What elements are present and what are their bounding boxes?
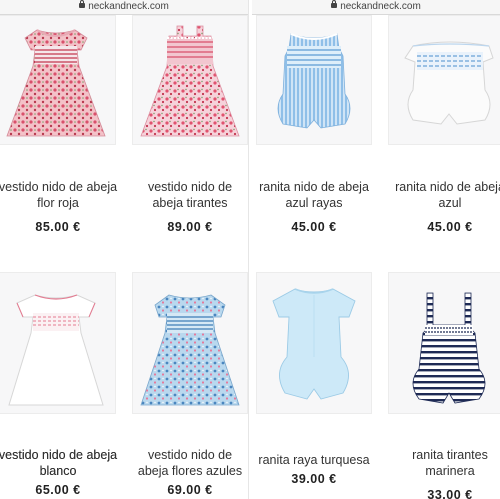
white-blue-romper-icon — [404, 41, 494, 125]
product-price: 33.00 € — [427, 488, 473, 499]
product-image[interactable] — [0, 15, 116, 145]
product-title[interactable]: ranita raya turquesa — [256, 452, 372, 468]
lock-icon — [331, 0, 338, 8]
product-title[interactable]: ranita nido de abeja azul — [388, 179, 500, 211]
product-image[interactable] — [132, 272, 248, 414]
turquoise-romper-icon — [272, 288, 356, 400]
product-image[interactable] — [256, 272, 372, 414]
red-floral-dress-icon — [6, 29, 106, 137]
product-price: 65.00 € — [35, 483, 81, 497]
product-title[interactable]: vestido nido de abeja blanco — [0, 447, 124, 479]
product-price: 89.00 € — [167, 220, 213, 234]
address-bar[interactable]: neckandneck.com — [252, 0, 500, 15]
navy-striped-romper-icon — [412, 292, 486, 404]
product-image[interactable] — [132, 15, 248, 145]
address-bar[interactable]: neckandneck.com — [0, 0, 248, 15]
white-dress-icon — [8, 294, 104, 406]
url-text: neckandneck.com — [88, 1, 169, 12]
product-title[interactable]: ranita tirantes marinera — [388, 447, 500, 479]
product-title[interactable]: ranita nido de abeja azul rayas — [256, 179, 372, 211]
product-price: 69.00 € — [167, 483, 213, 497]
product-image[interactable] — [388, 272, 500, 414]
product-title[interactable]: vestido nido de abeja tirantes — [132, 179, 248, 211]
blue-striped-romper-icon — [277, 33, 351, 129]
right-screenshot: neckandneck.com ranita nido de abeja azu… — [252, 0, 500, 499]
product-image[interactable] — [388, 15, 500, 145]
left-screenshot: neckandneck.com vestido nido de abeja fl… — [0, 0, 248, 499]
product-title[interactable]: vestido nido de abeja flor roja — [0, 179, 124, 211]
product-price: 45.00 € — [291, 220, 337, 234]
lock-icon — [79, 0, 86, 8]
product-title[interactable]: vestido nido de abeja flores azules — [132, 447, 248, 479]
product-price: 45.00 € — [427, 220, 473, 234]
product-price: 39.00 € — [291, 472, 337, 486]
blue-floral-dress-icon — [140, 294, 240, 406]
product-image[interactable] — [0, 272, 116, 414]
product-price: 85.00 € — [35, 220, 81, 234]
product-image[interactable] — [256, 15, 372, 145]
pink-floral-sundress-icon — [140, 25, 240, 137]
url-text: neckandneck.com — [340, 1, 421, 12]
